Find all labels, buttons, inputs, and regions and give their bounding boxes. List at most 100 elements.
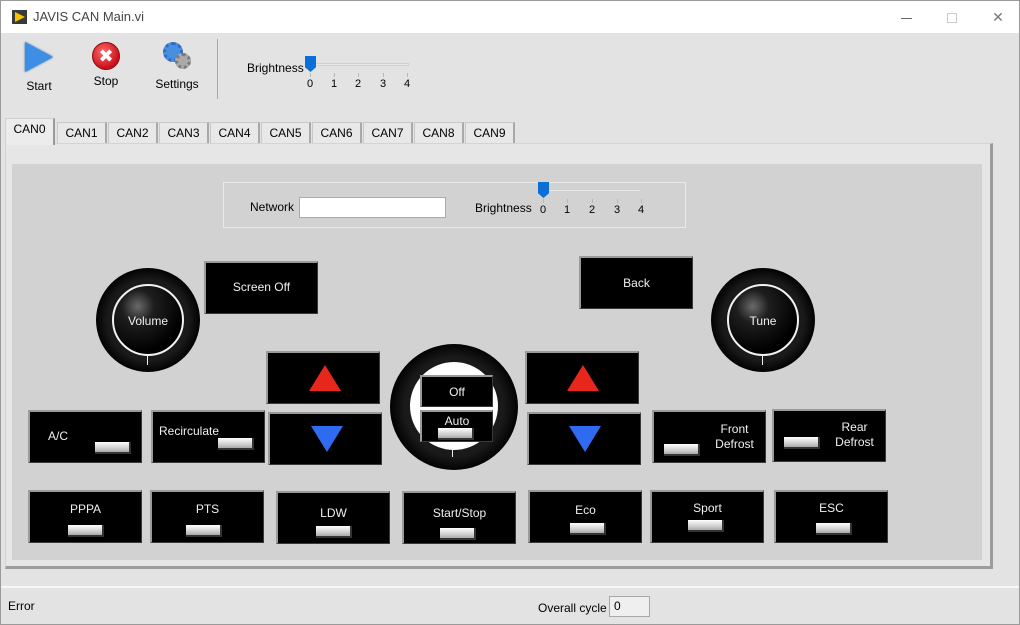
control-panel: Network Brightness 0 1 2 3 4 Volume Scre… <box>12 164 982 560</box>
tab-can9[interactable]: CAN9 <box>465 122 515 144</box>
tab-can2[interactable]: CAN2 <box>108 122 158 144</box>
toolbar: Start ✖ Stop Settings Brightness 0 1 2 3… <box>1 34 1019 102</box>
ac-button[interactable]: A/C <box>28 410 142 463</box>
slider-track[interactable] <box>309 63 409 66</box>
auto-indicator-led <box>438 428 474 440</box>
pppa-label: PPPA <box>69 502 102 516</box>
play-icon <box>25 42 53 72</box>
sport-indicator-led <box>688 520 724 532</box>
volume-knob[interactable]: Volume <box>96 268 200 372</box>
left-up-button[interactable] <box>266 351 380 404</box>
tick-label: 1 <box>329 73 339 90</box>
off-label: Off <box>449 385 465 399</box>
tick-label: 0 <box>538 199 548 216</box>
front-defrost-label-line1: Front <box>720 422 749 436</box>
start-label: Start <box>26 79 52 93</box>
climate-knob[interactable] <box>390 344 518 470</box>
minimize-button[interactable] <box>883 1 929 33</box>
recirculate-button[interactable]: Recirculate <box>151 410 265 463</box>
tick-label: 3 <box>612 199 622 216</box>
network-settings-box: Network Brightness 0 1 2 3 4 <box>223 182 686 228</box>
gear-icon <box>161 42 193 72</box>
esc-button[interactable]: ESC <box>774 490 888 543</box>
settings-button[interactable]: Settings <box>151 42 203 91</box>
pts-button[interactable]: PTS <box>150 490 264 543</box>
pppa-indicator-led <box>68 525 104 537</box>
screen-off-label: Screen Off <box>232 280 291 294</box>
eco-button[interactable]: Eco <box>528 490 642 543</box>
tab-can1[interactable]: CAN1 <box>57 122 107 144</box>
tab-can3[interactable]: CAN3 <box>159 122 209 144</box>
pts-label: PTS <box>195 502 220 516</box>
settings-label: Settings <box>155 77 199 91</box>
pppa-button[interactable]: PPPA <box>28 490 142 543</box>
ldw-label: LDW <box>320 506 347 520</box>
tick-label: 4 <box>402 73 412 90</box>
tick-label: 3 <box>378 73 388 90</box>
tick-label: 2 <box>353 73 363 90</box>
error-label: Error <box>8 599 35 613</box>
start-button[interactable]: Start <box>13 42 65 93</box>
panel-brightness-label: Brightness <box>475 201 532 215</box>
recirculate-label: Recirculate <box>159 424 220 438</box>
tab-can0[interactable]: CAN0 <box>5 118 55 145</box>
front-defrost-label-line2: Defrost <box>715 437 754 451</box>
network-input[interactable] <box>299 197 446 218</box>
eco-label: Eco <box>575 503 596 517</box>
tick-label: 2 <box>587 199 597 216</box>
pts-indicator-led <box>186 525 222 537</box>
rear-defrost-indicator-led <box>784 437 820 449</box>
overall-cycle-value: 0 <box>609 596 650 617</box>
tab-can4[interactable]: CAN4 <box>210 122 260 144</box>
can0-tab-panel: Network Brightness 0 1 2 3 4 Volume Scre… <box>5 143 993 569</box>
maximize-button[interactable] <box>929 1 975 33</box>
esc-label: ESC <box>819 501 844 515</box>
stop-icon: ✖ <box>92 42 120 70</box>
front-defrost-button[interactable]: Front Defrost <box>652 410 766 463</box>
window-title: JAVIS CAN Main.vi <box>33 9 145 24</box>
sport-button[interactable]: Sport <box>650 490 764 543</box>
rear-defrost-button[interactable]: Rear Defrost <box>772 409 886 462</box>
back-label: Back <box>623 276 650 290</box>
ldw-indicator-led <box>316 526 352 538</box>
toolbar-brightness-slider[interactable]: Brightness 0 1 2 3 4 <box>247 56 417 103</box>
right-down-button[interactable] <box>527 412 641 465</box>
back-button[interactable]: Back <box>579 256 693 309</box>
tab-can7[interactable]: CAN7 <box>363 122 413 144</box>
tab-can8[interactable]: CAN8 <box>414 122 464 144</box>
panel-brightness-slider[interactable]: Brightness 0 1 2 3 4 <box>475 182 648 229</box>
arrow-down-icon <box>569 426 601 452</box>
tick-label: 4 <box>636 199 646 216</box>
auto-button[interactable]: Auto <box>420 410 493 442</box>
recirculate-indicator-led <box>218 438 254 450</box>
auto-label: Auto <box>444 414 470 428</box>
stop-button[interactable]: ✖ Stop <box>80 42 132 88</box>
slider-thumb[interactable] <box>305 56 316 72</box>
screen-off-button[interactable]: Screen Off <box>204 261 318 314</box>
esc-indicator-led <box>816 523 852 535</box>
tab-can6[interactable]: CAN6 <box>312 122 362 144</box>
right-up-button[interactable] <box>525 351 639 404</box>
arrow-up-icon <box>567 365 599 391</box>
sport-label: Sport <box>693 501 722 515</box>
maximize-icon <box>947 13 957 24</box>
off-button[interactable]: Off <box>420 375 493 407</box>
ldw-button[interactable]: LDW <box>276 491 390 544</box>
ac-indicator-led <box>95 442 131 454</box>
slider-track[interactable] <box>541 189 641 192</box>
volume-label: Volume <box>127 314 169 328</box>
ac-label: A/C <box>48 429 69 443</box>
tab-can5[interactable]: CAN5 <box>261 122 311 144</box>
tune-knob[interactable]: Tune <box>711 268 815 372</box>
slider-ticks: 0 1 2 3 4 <box>305 73 415 93</box>
slider-ticks: 0 1 2 3 4 <box>538 199 648 219</box>
knob-indicator <box>762 356 763 365</box>
start-stop-label: Start/Stop <box>432 506 487 520</box>
toolbar-brightness-label: Brightness <box>247 61 304 75</box>
arrow-up-icon <box>309 365 341 391</box>
start-stop-button[interactable]: Start/Stop <box>402 491 516 544</box>
close-button[interactable]: ✕ <box>975 1 1020 33</box>
rear-defrost-label-line1: Rear <box>841 420 868 434</box>
left-down-button[interactable] <box>268 412 382 465</box>
slider-thumb[interactable] <box>538 182 549 198</box>
